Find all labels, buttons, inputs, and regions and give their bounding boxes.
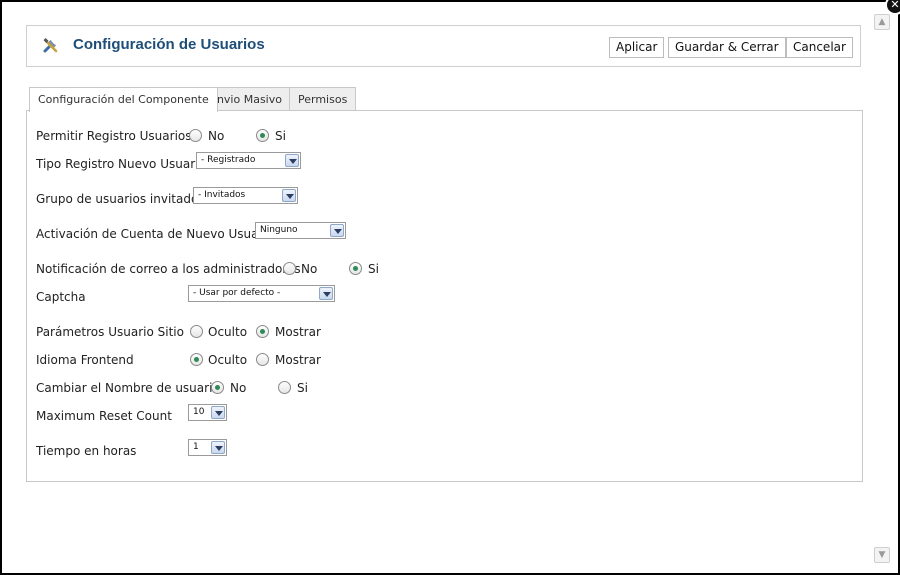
site-params-label: Parámetros Usuario Sitio bbox=[36, 325, 184, 339]
tab-permissions[interactable]: Permisos bbox=[289, 87, 357, 111]
save-close-button[interactable]: Guardar & Cerrar bbox=[668, 37, 786, 58]
frontend-language-show-radio[interactable] bbox=[256, 353, 269, 366]
max-reset-label: Maximum Reset Count bbox=[36, 409, 172, 423]
tab-component-config[interactable]: Configuración del Componente bbox=[29, 87, 218, 112]
site-params-hidden-radio[interactable] bbox=[190, 325, 203, 338]
change-username-no-radio[interactable] bbox=[211, 381, 224, 394]
guest-group-label: Grupo de usuarios invitados bbox=[36, 192, 205, 206]
guest-group-value: - Invitados bbox=[198, 190, 246, 200]
scroll-up-icon[interactable]: ▲ bbox=[874, 14, 890, 30]
chevron-down-icon bbox=[319, 287, 333, 300]
allow-registration-label: Permitir Registro Usuarios bbox=[36, 129, 192, 143]
frontend-language-label: Idioma Frontend bbox=[36, 353, 134, 367]
allow-registration-no-radio[interactable] bbox=[189, 129, 202, 142]
time-hours-label: Tiempo en horas bbox=[36, 444, 137, 458]
chevron-down-icon bbox=[285, 154, 299, 167]
modal-window: Configuración de Usuarios Aplicar Guarda… bbox=[2, 2, 898, 573]
change-username-no-label: No bbox=[230, 381, 247, 395]
toolbar: Configuración de Usuarios Aplicar Guarda… bbox=[26, 25, 861, 67]
site-params-show-label: Mostrar bbox=[275, 325, 321, 339]
new-user-type-label: Tipo Registro Nuevo Usuario bbox=[36, 157, 206, 171]
frontend-language-show-label: Mostrar bbox=[275, 353, 321, 367]
activation-value: Ninguno bbox=[260, 225, 298, 235]
allow-registration-no-label: No bbox=[208, 129, 225, 143]
admin-notification-no-radio[interactable] bbox=[283, 262, 296, 275]
max-reset-select[interactable]: 10 bbox=[188, 404, 227, 421]
tools-icon bbox=[41, 36, 61, 56]
time-hours-value: 1 bbox=[193, 442, 199, 452]
cancel-button[interactable]: Cancelar bbox=[786, 37, 853, 58]
change-username-si-radio[interactable] bbox=[278, 381, 291, 394]
frontend-language-hidden-label: Oculto bbox=[208, 353, 248, 367]
captcha-value: - Usar por defecto - bbox=[193, 288, 281, 298]
change-username-si-label: Si bbox=[297, 381, 308, 395]
admin-notification-si-label: Si bbox=[368, 262, 379, 276]
page-title: Configuración de Usuarios bbox=[73, 36, 265, 53]
chevron-down-icon bbox=[282, 189, 296, 202]
admin-notification-no-label: No bbox=[301, 262, 318, 276]
change-username-label: Cambiar el Nombre de usuario bbox=[36, 381, 220, 395]
vertical-scrollbar[interactable]: ▲ ▼ bbox=[874, 10, 890, 566]
admin-notification-si-radio[interactable] bbox=[349, 262, 362, 275]
site-params-show-radio[interactable] bbox=[256, 325, 269, 338]
scroll-down-icon[interactable]: ▼ bbox=[874, 547, 890, 563]
chevron-down-icon bbox=[211, 406, 225, 419]
new-user-type-value: - Registrado bbox=[201, 155, 256, 165]
time-hours-select[interactable]: 1 bbox=[188, 439, 227, 456]
max-reset-value: 10 bbox=[193, 407, 205, 417]
activation-select[interactable]: Ninguno bbox=[255, 222, 346, 239]
chevron-down-icon bbox=[211, 441, 225, 454]
captcha-label: Captcha bbox=[36, 290, 86, 304]
captcha-select[interactable]: - Usar por defecto - bbox=[188, 285, 335, 302]
allow-registration-si-radio[interactable] bbox=[256, 129, 269, 142]
frontend-language-hidden-radio[interactable] bbox=[190, 353, 203, 366]
settings-panel: Permitir Registro Usuarios No Si Tipo Re… bbox=[26, 110, 863, 482]
allow-registration-si-label: Si bbox=[275, 129, 286, 143]
apply-button[interactable]: Aplicar bbox=[609, 37, 665, 58]
chevron-down-icon bbox=[330, 224, 344, 237]
admin-notification-label: Notificación de correo a los administrad… bbox=[36, 262, 301, 276]
activation-label: Activación de Cuenta de Nuevo Usuario bbox=[36, 227, 275, 241]
site-params-hidden-label: Oculto bbox=[208, 325, 248, 339]
new-user-type-select[interactable]: - Registrado bbox=[196, 152, 301, 169]
guest-group-select[interactable]: - Invitados bbox=[193, 187, 298, 204]
